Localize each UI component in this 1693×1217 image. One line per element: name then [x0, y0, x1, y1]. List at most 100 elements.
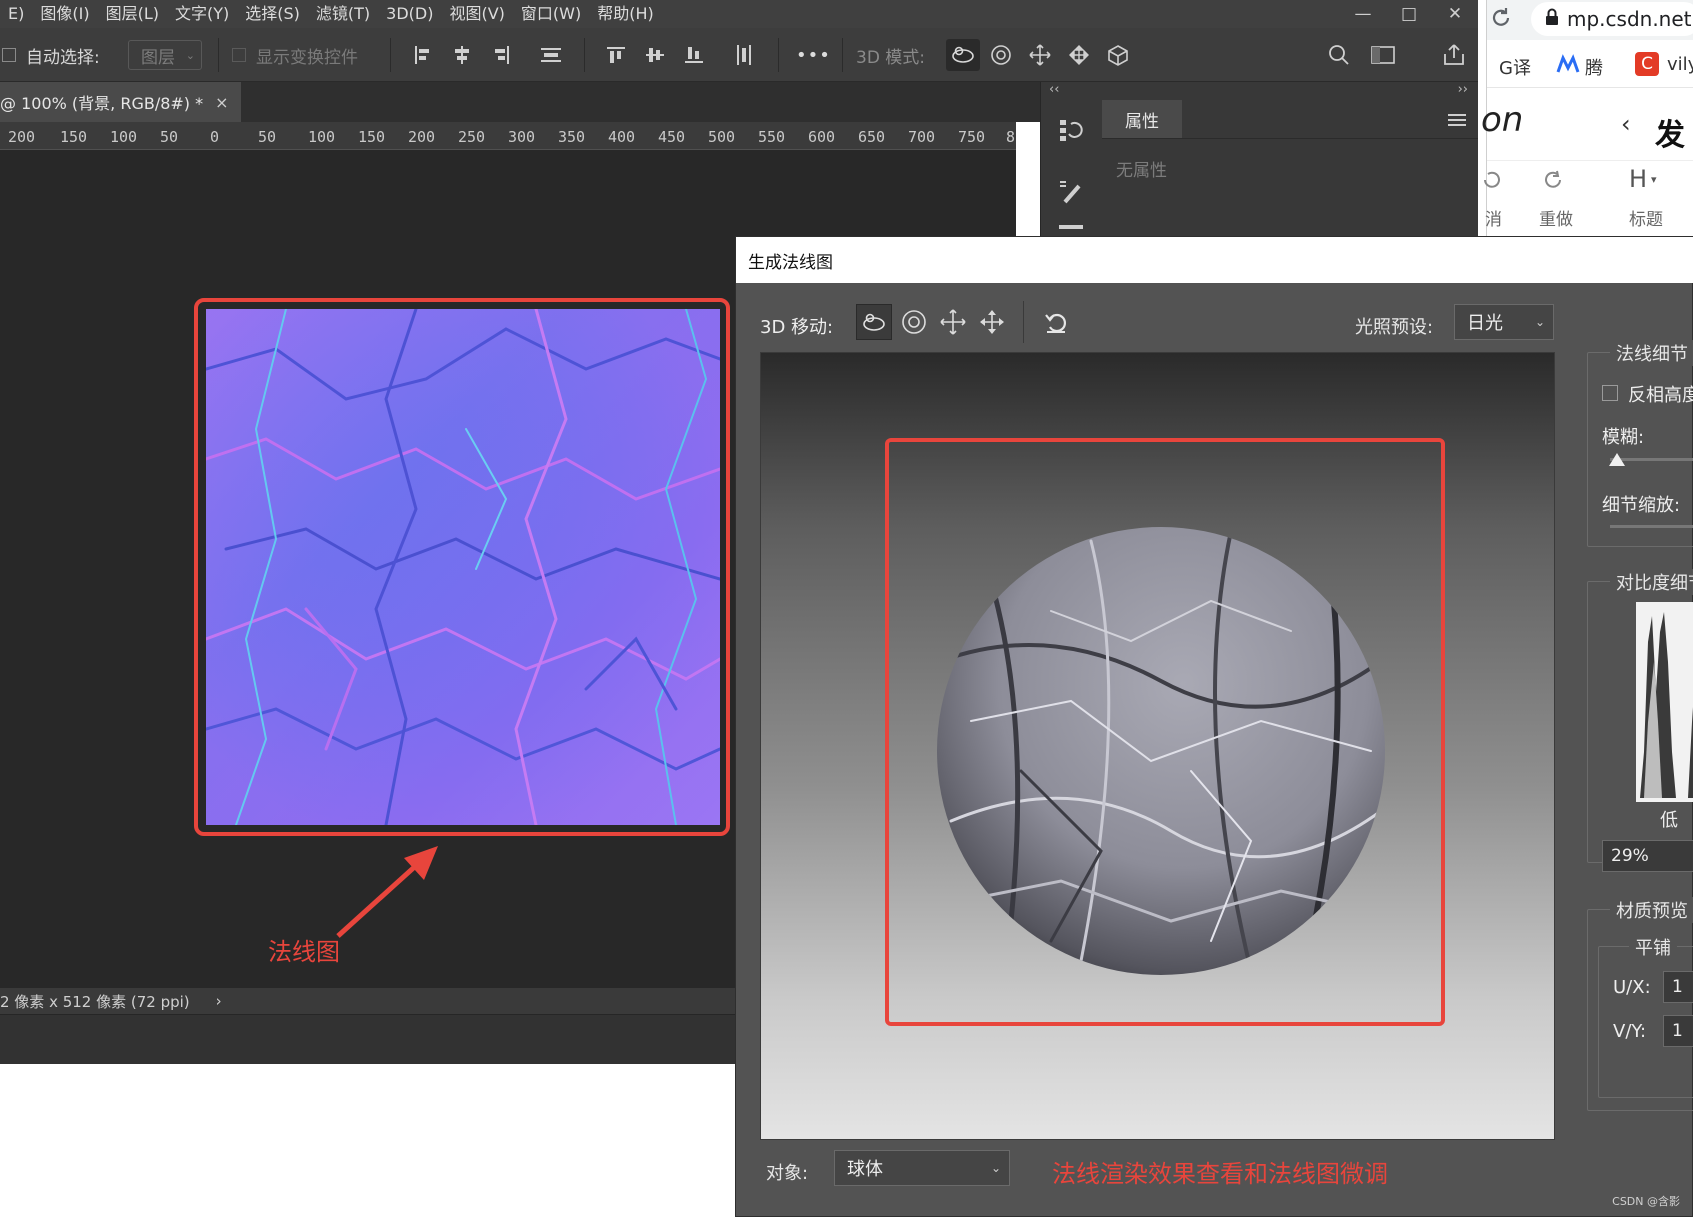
- slide-3d-icon[interactable]: [977, 307, 1007, 342]
- menu-item-3d[interactable]: 3D(D): [378, 0, 441, 28]
- maximize-button[interactable]: □: [1386, 0, 1432, 28]
- tab-properties[interactable]: 属性: [1102, 100, 1182, 138]
- show-transform-group: 显示变换控件: [232, 28, 358, 82]
- 3d-slide-icon[interactable]: [1066, 42, 1092, 68]
- ruler-tick: 100: [110, 128, 138, 146]
- align-center-h-icon[interactable]: [449, 42, 475, 68]
- align-left-icon[interactable]: [410, 42, 436, 68]
- dialog-title: 生成法线图: [736, 237, 1693, 283]
- menu-item-window[interactable]: 窗口(W): [513, 0, 589, 28]
- chevron-down-icon[interactable]: ▾: [1651, 173, 1657, 186]
- contrast-detail-title: 对比度细节: [1610, 569, 1693, 595]
- collapse-right-icon[interactable]: ››: [1458, 82, 1468, 97]
- more-options-button[interactable]: •••: [796, 28, 831, 82]
- menu-item-filter[interactable]: 滤镜(T): [308, 0, 378, 28]
- vy-field[interactable]: 1: [1663, 1015, 1693, 1047]
- invert-height-checkbox[interactable]: [1602, 385, 1618, 401]
- bookmark-translate[interactable]: G译: [1499, 54, 1531, 80]
- search-icon[interactable]: [1326, 42, 1352, 68]
- show-transform-checkbox[interactable]: [232, 48, 246, 62]
- contrast-percent-field[interactable]: 29%: [1602, 840, 1693, 872]
- close-tab-icon[interactable]: ×: [215, 93, 228, 112]
- align-right-icon[interactable]: [488, 42, 514, 68]
- reset-view-icon[interactable]: [1041, 307, 1071, 342]
- contrast-detail-group: 对比度细节 低 29%: [1587, 569, 1693, 872]
- history-icon[interactable]: [1057, 116, 1085, 149]
- redo-label[interactable]: 重做: [1539, 205, 1573, 230]
- distribute-vertical-icon[interactable]: [538, 42, 564, 68]
- close-window-button[interactable]: ✕: [1432, 0, 1478, 28]
- detail-scale-label: 细节缩放:: [1602, 495, 1681, 516]
- csdn-logo-icon[interactable]: C: [1635, 52, 1659, 76]
- pan-3d-icon[interactable]: [938, 307, 968, 342]
- desktop-background: [0, 1064, 740, 1217]
- status-arrow-icon[interactable]: ›: [216, 992, 222, 1010]
- normal-map-annotation: 法线图: [268, 938, 340, 966]
- blur-slider-thumb[interactable]: [1609, 453, 1626, 466]
- brush-settings-icon[interactable]: [1057, 178, 1085, 211]
- align-middle-v-icon[interactable]: [642, 42, 668, 68]
- ruler-tick: 700: [908, 128, 936, 146]
- object-select[interactable]: 球体 ⌄: [834, 1150, 1010, 1186]
- undo-icon[interactable]: [1481, 169, 1503, 196]
- detail-scale-slider[interactable]: [1610, 525, 1693, 528]
- ruler-tick: 100: [308, 128, 336, 146]
- layer-select-value: 图层: [141, 47, 175, 68]
- 3d-move-label: 3D 移动:: [760, 317, 834, 338]
- menu-item-select[interactable]: 选择(S): [237, 0, 308, 28]
- collapse-left-icon[interactable]: ‹‹: [1049, 82, 1059, 97]
- bookmark-tencent[interactable]: 腾: [1585, 54, 1603, 80]
- menu-item-view[interactable]: 视图(V): [441, 0, 512, 28]
- menu-item-edit[interactable]: E): [0, 0, 32, 28]
- 3d-mode-label: 3D 模式:: [856, 47, 926, 68]
- ruler-tick: 450: [658, 128, 686, 146]
- heading-label[interactable]: 标题: [1629, 205, 1663, 230]
- roll-3d-icon[interactable]: [899, 307, 929, 342]
- ruler-tick: 150: [358, 128, 386, 146]
- properties-panel: ›› 属性 无属性: [1102, 82, 1478, 236]
- document-size-text: 2 像素 x 512 像素 (72 ppi): [0, 992, 190, 1011]
- panel-menu-icon[interactable]: [1448, 112, 1466, 132]
- dialog-caption-annotation: 法线渲染效果查看和法线图微调: [1052, 1160, 1388, 1188]
- ruler-tick: 350: [558, 128, 586, 146]
- document-tab[interactable]: @ 100% (背景, RGB/8#) * ×: [0, 82, 241, 122]
- back-chevron-icon[interactable]: ‹: [1621, 110, 1631, 138]
- orbit-3d-icon[interactable]: [856, 304, 892, 340]
- heading-icon[interactable]: H: [1629, 165, 1647, 193]
- 3d-orbit-icon[interactable]: [946, 39, 980, 71]
- align-bottom-icon[interactable]: [681, 42, 707, 68]
- menu-item-type[interactable]: 文字(Y): [167, 0, 237, 28]
- contrast-low-label: 低: [1660, 810, 1678, 831]
- ruler-tick: 400: [608, 128, 636, 146]
- url-field[interactable]: mp.csdn.net: [1531, 2, 1693, 36]
- bookmark-vily[interactable]: vily: [1667, 54, 1693, 75]
- light-preset-label: 光照预设:: [1355, 317, 1434, 338]
- undo-label[interactable]: 消: [1485, 205, 1502, 230]
- light-preset-select[interactable]: 日光 ⌄: [1454, 304, 1554, 340]
- ux-field[interactable]: 1: [1663, 971, 1693, 1003]
- menu-item-help[interactable]: 帮助(H): [589, 0, 662, 28]
- menu-item-layer[interactable]: 图层(L): [98, 0, 167, 28]
- 3d-roll-icon[interactable]: [988, 42, 1014, 68]
- 3d-scale-icon[interactable]: [1105, 42, 1131, 68]
- tencent-logo-icon[interactable]: [1555, 54, 1581, 81]
- blur-slider[interactable]: [1609, 453, 1693, 469]
- workspace-icon[interactable]: [1370, 42, 1396, 68]
- reload-icon[interactable]: [1489, 6, 1513, 35]
- distribute-horizontal-icon[interactable]: [731, 42, 757, 68]
- menu-item-image[interactable]: 图像(I): [32, 0, 97, 28]
- auto-select-checkbox[interactable]: [2, 48, 16, 62]
- chevron-down-icon: ⌄: [990, 1161, 1001, 1175]
- contrast-percent-value: 29%: [1611, 846, 1649, 866]
- share-icon[interactable]: [1441, 42, 1467, 68]
- tiling-title: 平铺: [1629, 934, 1677, 960]
- layer-select[interactable]: 图层 ⌄: [128, 28, 202, 82]
- redo-icon[interactable]: [1541, 169, 1565, 196]
- 3d-pan-icon[interactable]: [1027, 42, 1053, 68]
- material-preview-group: 材质预览 平铺 U/X: 1 V/Y: 1: [1587, 897, 1693, 1111]
- align-top-icon[interactable]: [603, 42, 629, 68]
- minimize-button[interactable]: —: [1340, 0, 1386, 28]
- ruler-tick: 650: [858, 128, 886, 146]
- ruler-tick: 0: [210, 128, 220, 146]
- tiling-group: 平铺 U/X: 1 V/Y: 1: [1598, 934, 1693, 1098]
